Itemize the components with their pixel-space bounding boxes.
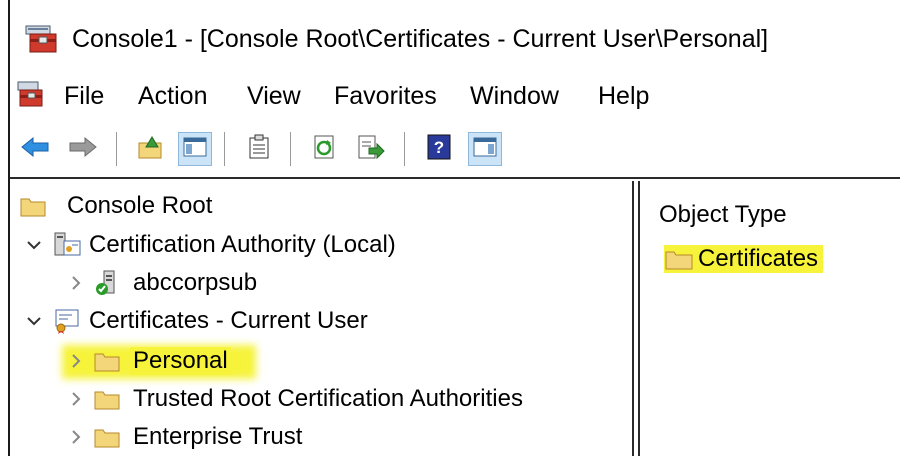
title-bar[interactable]: Console1 - [Console Root\Certificates - … [10, 0, 900, 74]
result-item-highlight: Certificates [664, 245, 824, 273]
folder-icon [92, 347, 122, 375]
tree-item-label: Trusted Root Certification Authorities [133, 385, 523, 412]
certificates-snapin-icon [52, 307, 82, 335]
tree-item-personal[interactable]: Personal [66, 343, 231, 379]
tree-item-label: Console Root [67, 192, 213, 219]
show-hide-console-tree-button[interactable] [178, 132, 212, 166]
chevron-right-icon[interactable] [66, 427, 86, 447]
tree-item-label: abccorpsub [133, 269, 258, 296]
chevron-down-icon[interactable] [24, 311, 44, 331]
menu-favorites[interactable]: Favorites [330, 80, 441, 113]
ca-server-icon [92, 269, 122, 297]
up-one-level-button[interactable] [134, 132, 168, 166]
forward-icon [68, 136, 98, 163]
column-header-object-type[interactable]: Object Type [659, 201, 787, 229]
menu-help[interactable]: Help [594, 80, 653, 113]
toolbar: ? [10, 119, 900, 179]
tree-item-enterprise-trust[interactable]: Enterprise Trust [66, 419, 305, 455]
folder-icon [664, 247, 694, 271]
toolbar-separator [116, 132, 117, 166]
chevron-right-icon[interactable] [66, 273, 86, 293]
chevron-down-icon[interactable] [24, 235, 44, 255]
properties-button[interactable] [242, 132, 276, 166]
toolbar-separator [224, 132, 225, 166]
tree-item-label: Certificates - Current User [89, 307, 368, 334]
system-menu-icon[interactable] [16, 80, 46, 115]
result-pane[interactable]: Object Type Certificates [640, 181, 900, 456]
menu-file[interactable]: File [60, 80, 108, 113]
forward-button[interactable] [66, 132, 100, 166]
tree-item-abccorpsub[interactable]: abccorpsub [66, 265, 260, 301]
tree-item-label: Enterprise Trust [133, 423, 303, 450]
show-hide-action-pane-icon [473, 136, 497, 163]
properties-icon [248, 134, 270, 165]
result-item-certificates[interactable]: Certificates [664, 241, 824, 277]
certification-authority-icon [52, 231, 82, 259]
console-tree-pane[interactable]: Console Root Certification Authority (Lo… [10, 181, 632, 456]
back-icon [20, 136, 50, 163]
tree-item-certificates-current-user[interactable]: Certificates - Current User [24, 303, 371, 339]
menu-bar: File Action View Favorites Window Help [10, 74, 900, 118]
window-title: Console1 - [Console Root\Certificates - … [72, 25, 769, 53]
refresh-button[interactable] [308, 132, 342, 166]
back-button[interactable] [18, 132, 52, 166]
folder-icon [92, 423, 122, 451]
show-hide-action-pane-button[interactable] [468, 132, 502, 166]
menu-window[interactable]: Window [466, 80, 563, 113]
menu-view[interactable]: View [243, 80, 305, 113]
mmc-window: Console1 - [Console Root\Certificates - … [8, 0, 900, 456]
chevron-right-icon[interactable] [66, 389, 86, 409]
svg-text:?: ? [434, 138, 444, 157]
toolbar-separator [404, 132, 405, 166]
folder-icon [92, 385, 122, 413]
chevron-right-icon[interactable] [66, 351, 86, 371]
tree-item-label: Personal [130, 347, 231, 375]
mmc-toolbox-icon [24, 24, 60, 59]
toolbar-separator [290, 132, 291, 166]
tree-item-trusted-root-certification-authorities[interactable]: Trusted Root Certification Authorities [66, 381, 526, 417]
help-button[interactable]: ? [422, 132, 456, 166]
pane-splitter[interactable] [632, 181, 640, 456]
refresh-icon [312, 134, 338, 165]
tree-item-console-root[interactable]: Console Root [18, 188, 215, 224]
tree-item-certification-authority[interactable]: Certification Authority (Local) [24, 227, 399, 263]
show-hide-console-tree-icon [183, 136, 207, 163]
help-icon: ? [427, 134, 451, 165]
export-list-button[interactable] [354, 132, 388, 166]
folder-icon [18, 192, 48, 220]
export-list-icon [357, 134, 385, 165]
result-item-label: Certificates [698, 245, 819, 272]
up-folder-icon [136, 133, 166, 166]
tree-item-label: Certification Authority (Local) [89, 231, 396, 258]
menu-action[interactable]: Action [134, 80, 211, 113]
